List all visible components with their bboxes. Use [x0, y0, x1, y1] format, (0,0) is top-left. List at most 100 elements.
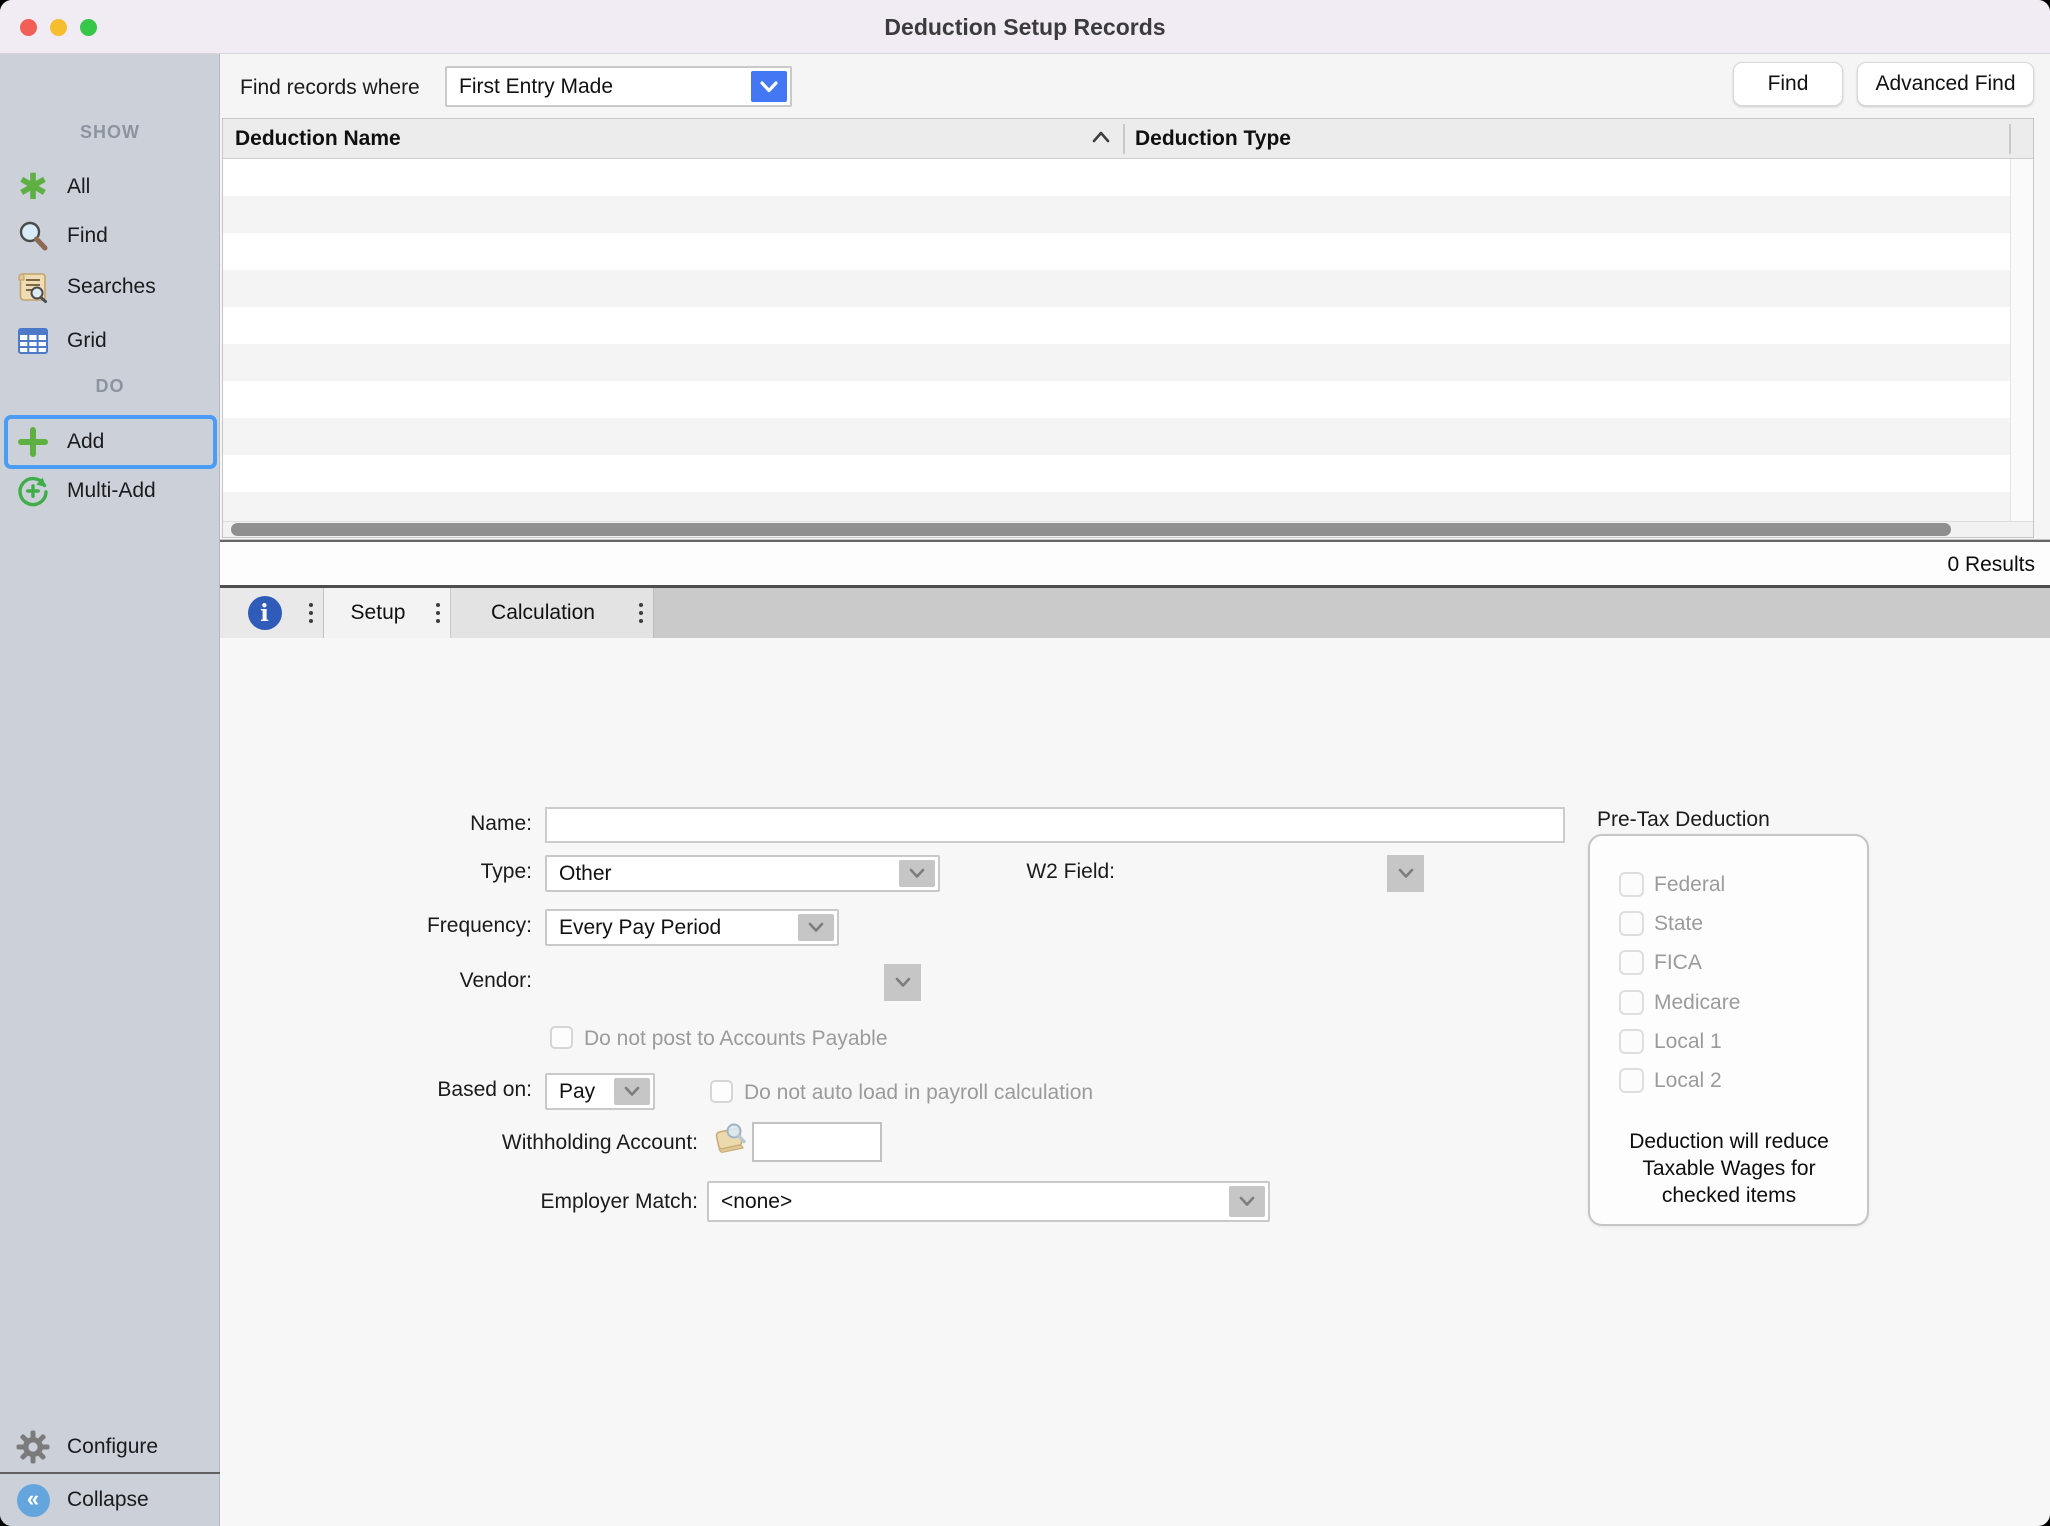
find-field-dropdown-value: First Entry Made	[459, 75, 613, 99]
fica-checkbox[interactable]	[1619, 950, 1644, 975]
table-row	[223, 344, 2010, 381]
table-row	[223, 159, 2010, 196]
frequency-dropdown-value: Every Pay Period	[559, 916, 721, 940]
do-not-autoload-checkbox[interactable]	[710, 1080, 733, 1103]
sidebar-item-all[interactable]: ✱ All	[0, 167, 220, 207]
type-label: Type:	[180, 860, 532, 884]
horizontal-scrollbar-thumb[interactable]	[231, 523, 1951, 536]
find-button[interactable]: Find	[1733, 62, 1843, 106]
frequency-dropdown[interactable]: Every Pay Period	[545, 909, 839, 946]
title-bar: Deduction Setup Records	[0, 0, 2050, 54]
table-row	[223, 455, 2010, 492]
advanced-find-button-label: Advanced Find	[1875, 72, 2015, 96]
withholding-account-label: Withholding Account:	[380, 1131, 698, 1155]
drag-handle-icon[interactable]	[639, 603, 643, 623]
table-row	[223, 381, 2010, 418]
chevron-down-icon[interactable]	[798, 914, 834, 941]
based-on-dropdown[interactable]: Pay	[545, 1073, 655, 1110]
vendor-dropdown-button[interactable]	[884, 964, 921, 1001]
type-dropdown[interactable]: Other	[545, 855, 940, 892]
table-row	[223, 270, 2010, 307]
checkbox-label: Local 2	[1654, 1069, 1722, 1093]
sidebar-item-grid[interactable]: Grid	[0, 321, 220, 361]
chevron-down-icon[interactable]	[751, 71, 787, 102]
table-row	[223, 233, 2010, 270]
sidebar: SHOW ✱ All Find Searches Grid DO	[0, 54, 220, 1526]
drag-handle-icon[interactable]	[436, 603, 440, 623]
tab-setup[interactable]: Setup	[324, 588, 451, 638]
sort-ascending-icon[interactable]	[1091, 130, 1111, 149]
table-row	[223, 307, 2010, 344]
sidebar-item-searches[interactable]: Searches	[0, 267, 220, 307]
sidebar-item-add[interactable]: Add	[0, 422, 220, 462]
frequency-label: Frequency:	[180, 914, 532, 938]
checkbox-label: FICA	[1654, 951, 1702, 975]
chevron-down-icon[interactable]	[1229, 1186, 1265, 1217]
sidebar-item-label: Collapse	[67, 1488, 149, 1512]
chevron-down-icon[interactable]	[614, 1078, 650, 1105]
sidebar-item-collapse[interactable]: « Collapse	[0, 1480, 220, 1520]
name-label: Name:	[180, 812, 532, 836]
sidebar-item-multi-add[interactable]: Multi-Add	[0, 471, 220, 511]
pretax-option-local1: Local 1	[1619, 1029, 1722, 1054]
sidebar-item-find[interactable]: Find	[0, 216, 220, 256]
gear-icon	[14, 1428, 52, 1466]
account-lookup-icon[interactable]	[712, 1122, 750, 1159]
state-checkbox[interactable]	[1619, 911, 1644, 936]
magnifier-icon	[14, 217, 52, 255]
sidebar-item-label: All	[67, 175, 90, 199]
drag-handle-icon[interactable]	[309, 603, 313, 623]
pretax-deduction-panel: Federal State FICA Medicare Local 1 Loca…	[1588, 834, 1869, 1226]
table-row	[223, 196, 2010, 233]
w2-field-label: W2 Field:	[915, 860, 1115, 884]
federal-checkbox[interactable]	[1619, 872, 1644, 897]
column-divider[interactable]	[2009, 124, 2011, 154]
sidebar-item-configure[interactable]: Configure	[0, 1427, 220, 1467]
column-header-deduction-type[interactable]: Deduction Type	[1135, 127, 1291, 151]
pretax-note: Deduction will reduce Taxable Wages for …	[1604, 1128, 1854, 1209]
type-dropdown-value: Other	[559, 862, 612, 886]
pretax-option-federal: Federal	[1619, 872, 1725, 897]
sidebar-item-label: Multi-Add	[67, 479, 156, 503]
column-divider[interactable]	[1123, 124, 1125, 154]
multi-add-cycle-plus-icon	[14, 472, 52, 510]
medicare-checkbox[interactable]	[1619, 990, 1644, 1015]
table-body	[223, 159, 2010, 521]
pretax-option-state: State	[1619, 911, 1703, 936]
name-input[interactable]	[545, 807, 1565, 843]
local1-checkbox[interactable]	[1619, 1029, 1644, 1054]
withholding-account-input[interactable]	[752, 1122, 882, 1162]
w2-field-dropdown-button[interactable]	[1387, 855, 1424, 892]
sidebar-item-label: Searches	[67, 275, 156, 299]
tab-bar: i Setup Calculation	[220, 585, 2050, 638]
sidebar-item-label: Grid	[67, 329, 107, 353]
horizontal-scrollbar-track[interactable]	[223, 521, 2033, 537]
tab-calculation[interactable]: Calculation	[451, 588, 654, 638]
results-count: 0 Results	[1700, 553, 2035, 577]
sidebar-show-header: SHOW	[0, 122, 220, 143]
employer-match-dropdown[interactable]: <none>	[707, 1181, 1270, 1222]
local2-checkbox[interactable]	[1619, 1068, 1644, 1093]
employer-match-dropdown-value: <none>	[721, 1190, 792, 1214]
tab-record-info[interactable]: i	[220, 588, 324, 638]
based-on-dropdown-value: Pay	[559, 1080, 595, 1104]
checkbox-label: Medicare	[1654, 991, 1740, 1015]
results-table: Deduction Name Deduction Type	[222, 118, 2034, 538]
vertical-scrollbar-track[interactable]	[2010, 159, 2033, 521]
do-not-autoload-label: Do not auto load in payroll calculation	[744, 1081, 1093, 1105]
sidebar-item-label: Configure	[67, 1435, 158, 1459]
sidebar-do-header: DO	[0, 376, 220, 397]
do-not-post-ap-checkbox[interactable]	[550, 1026, 573, 1049]
pretax-option-medicare: Medicare	[1619, 990, 1740, 1015]
advanced-find-button[interactable]: Advanced Find	[1857, 62, 2034, 106]
checkbox-label: Local 1	[1654, 1030, 1722, 1054]
app-window: Deduction Setup Records SHOW ✱ All Find …	[0, 0, 2050, 1526]
column-header-deduction-name[interactable]: Deduction Name	[235, 127, 401, 151]
grid-table-icon	[14, 322, 52, 360]
pretax-option-fica: FICA	[1619, 950, 1702, 975]
find-field-dropdown[interactable]: First Entry Made	[445, 66, 792, 107]
do-not-post-ap-label: Do not post to Accounts Payable	[584, 1027, 888, 1051]
info-icon[interactable]: i	[248, 596, 282, 630]
checkbox-label: Federal	[1654, 873, 1725, 897]
window-title: Deduction Setup Records	[0, 14, 2050, 41]
